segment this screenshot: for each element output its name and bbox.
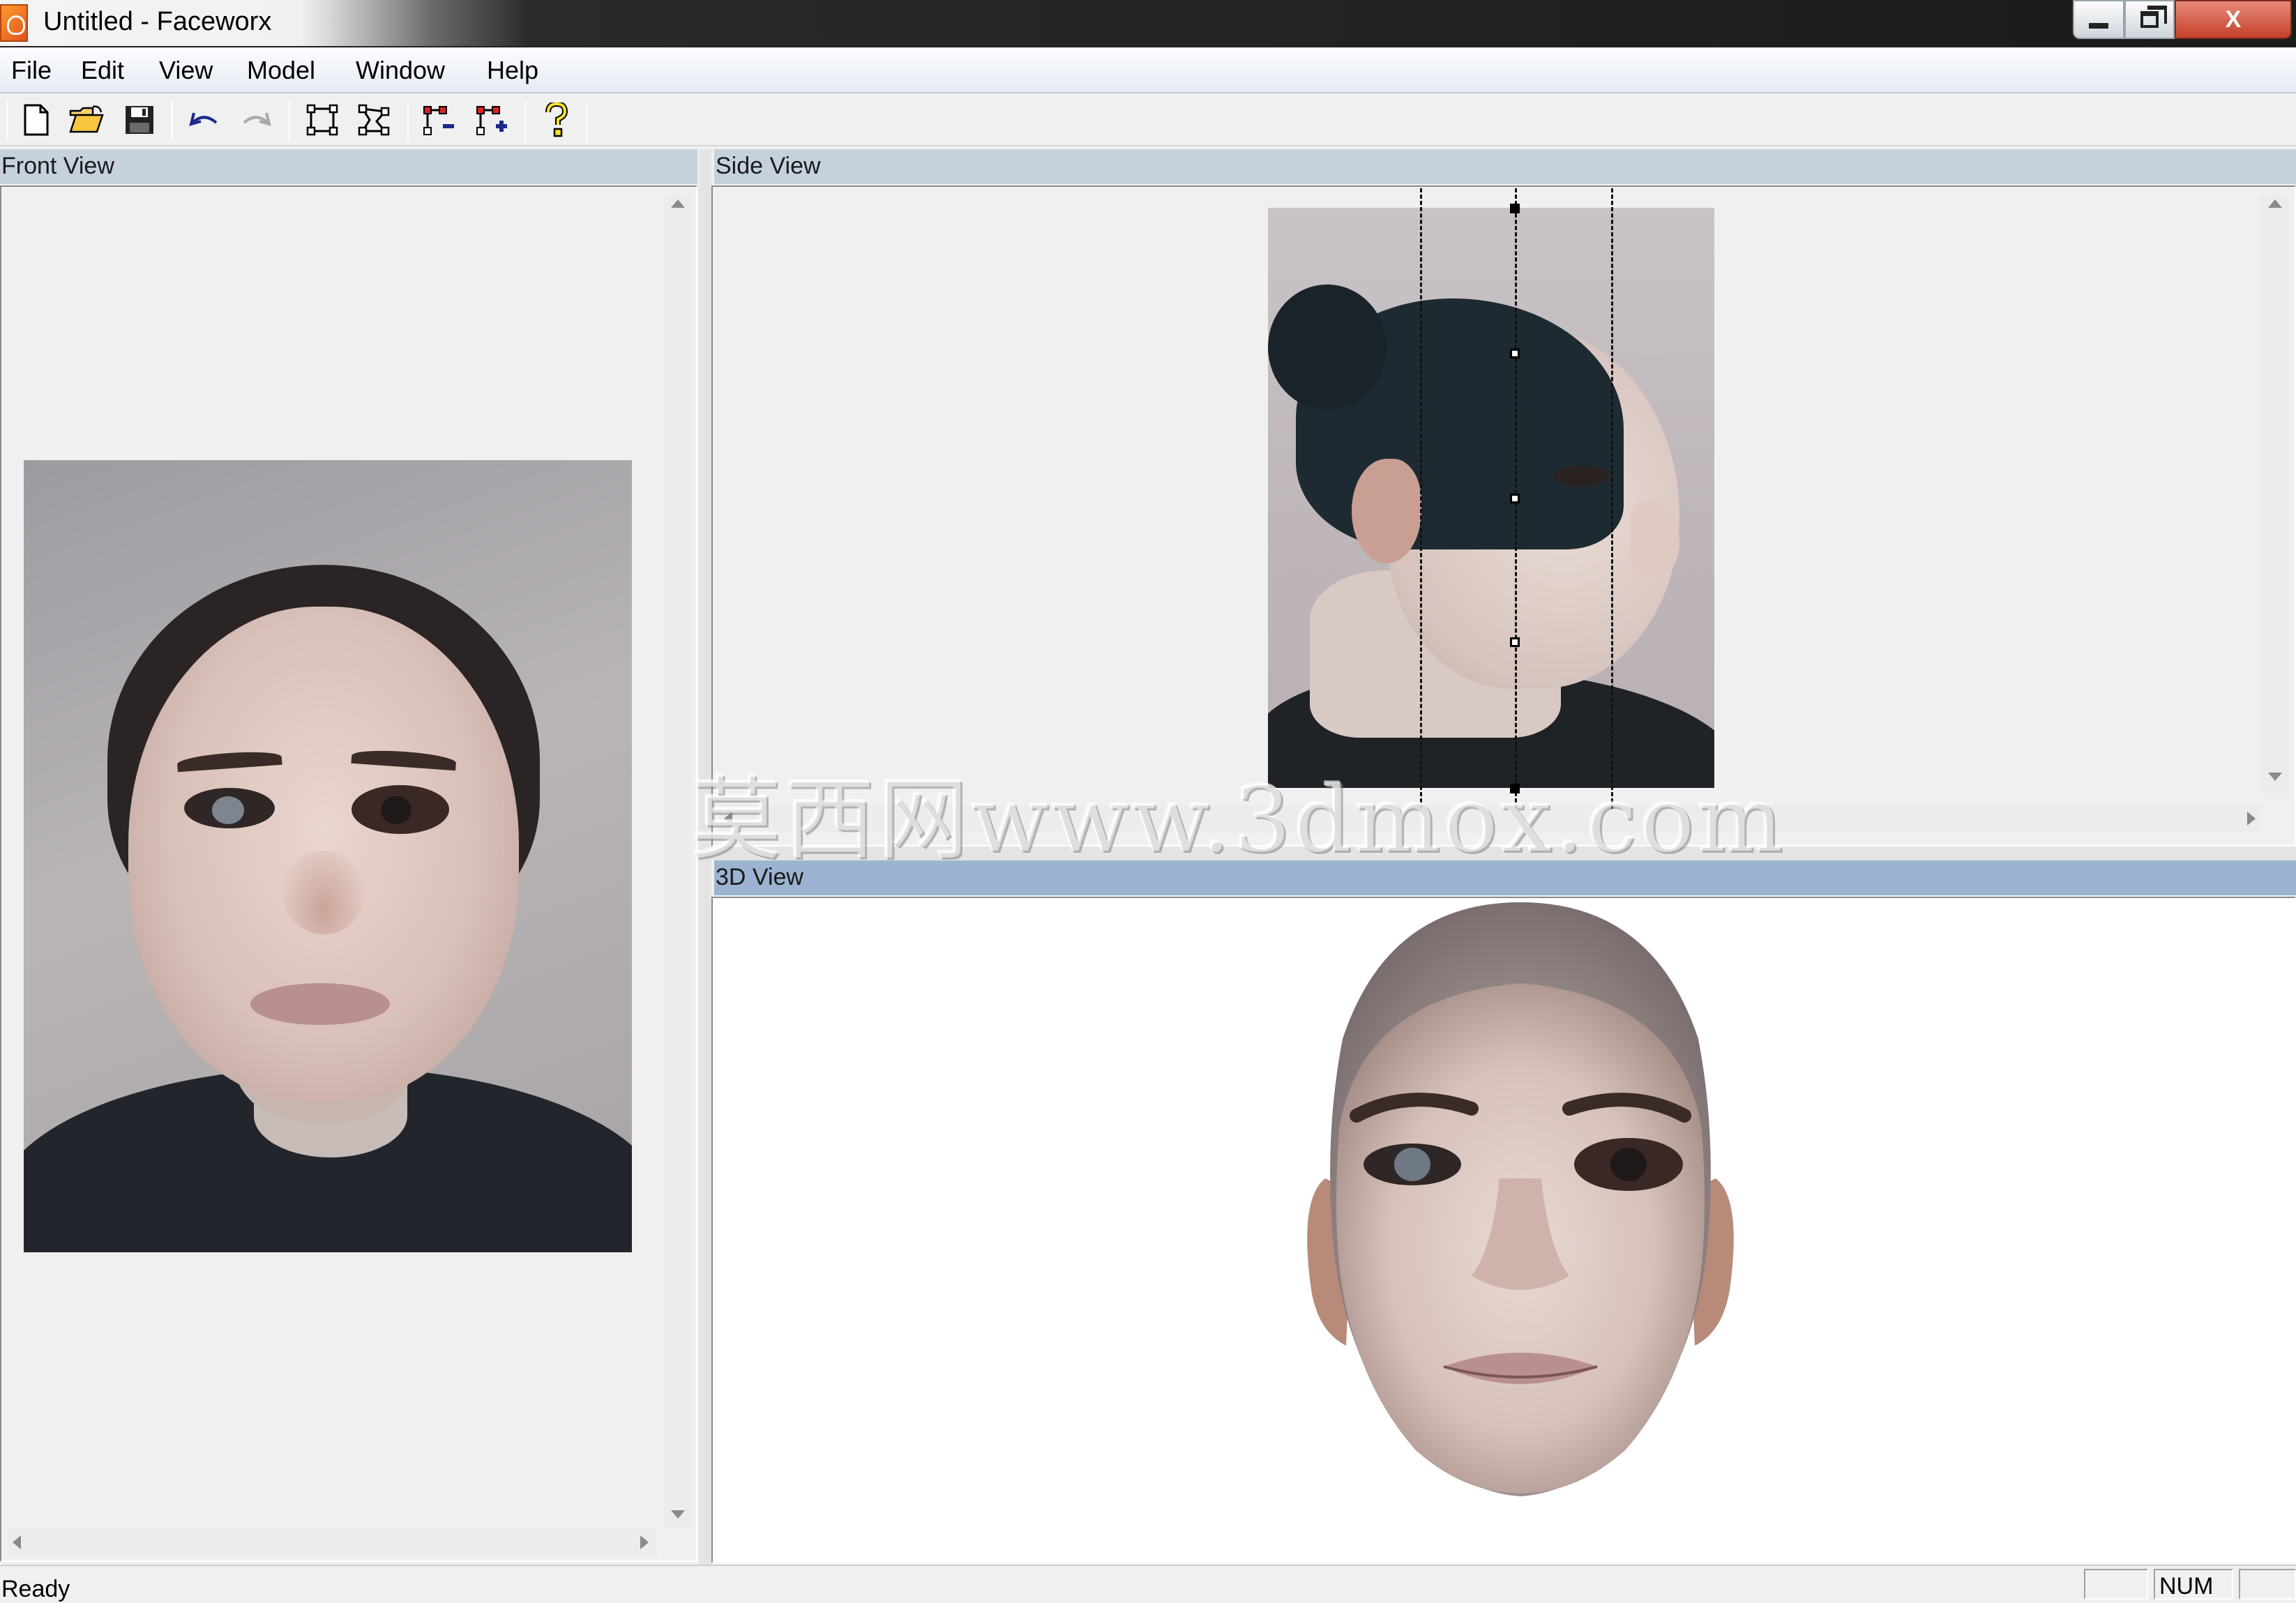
watermark-text: 莫西网www.3dmox.com — [690, 766, 1786, 872]
open-folder-icon[interactable] — [68, 102, 105, 138]
menu-view[interactable]: View — [159, 56, 213, 85]
toolbar-separator — [172, 100, 173, 141]
front-horizontal-scrollbar[interactable] — [8, 1528, 657, 1556]
title-bar[interactable]: Untitled - Faceworx X — [0, 0, 2296, 47]
question-mark-icon[interactable] — [538, 102, 575, 138]
scroll-right-icon[interactable] — [640, 1535, 649, 1549]
restore-button[interactable] — [2124, 0, 2175, 39]
menu-help[interactable]: Help — [487, 56, 538, 85]
frame-select-icon[interactable] — [304, 102, 340, 138]
undo-arrow-icon[interactable] — [186, 102, 222, 138]
front-view-title: Front View — [0, 149, 697, 184]
guide-handle[interactable] — [1510, 637, 1520, 647]
point-plus-icon[interactable] — [474, 102, 511, 138]
scroll-left-icon[interactable] — [13, 1535, 21, 1549]
new-document-icon[interactable] — [18, 102, 54, 138]
status-indicator-scroll — [2239, 1569, 2296, 1600]
toolbar-separator — [289, 100, 290, 141]
status-bar: Ready NUM — [0, 1565, 2296, 1602]
side-guide-line-left[interactable] — [1420, 188, 1422, 809]
side-profile-photo[interactable] — [1268, 208, 1714, 788]
guide-handle[interactable] — [1510, 349, 1520, 358]
minimize-icon — [2089, 23, 2108, 29]
status-indicator-caps — [2084, 1569, 2148, 1600]
toolbar — [0, 95, 2296, 146]
toolbar-end — [586, 100, 587, 141]
3d-face-model[interactable] — [1290, 899, 1751, 1499]
toolbar-separator — [524, 100, 526, 141]
toolbar-grip — [7, 100, 8, 141]
guide-handle-top[interactable] — [1510, 204, 1520, 213]
faceworx-app-icon[interactable] — [0, 4, 28, 42]
close-button[interactable]: X — [2175, 0, 2292, 39]
side-view-title: Side View — [714, 149, 2296, 184]
scroll-down-icon[interactable] — [671, 1510, 685, 1519]
point-select-icon[interactable] — [356, 102, 392, 138]
menu-file[interactable]: File — [11, 56, 52, 85]
menu-bar: File Edit View Model Window Help — [0, 49, 2296, 93]
window-title: Untitled - Faceworx — [43, 7, 272, 36]
front-vertical-scrollbar[interactable] — [664, 194, 692, 1528]
floppy-disk-icon[interactable] — [121, 102, 158, 138]
restore-icon — [2140, 6, 2167, 28]
scroll-down-icon[interactable] — [2268, 773, 2282, 781]
menu-model[interactable]: Model — [247, 56, 315, 85]
minimize-button[interactable] — [2073, 0, 2124, 39]
scroll-right-icon[interactable] — [2247, 812, 2256, 826]
menu-edit[interactable]: Edit — [81, 56, 124, 85]
front-face-photo[interactable] — [24, 460, 632, 1252]
scroll-up-icon[interactable] — [2268, 199, 2282, 208]
redo-arrow-icon[interactable] — [239, 102, 275, 138]
guide-handle[interactable] — [1510, 494, 1520, 503]
scroll-up-icon[interactable] — [671, 199, 685, 208]
side-vertical-scrollbar[interactable] — [2261, 194, 2289, 793]
close-icon: X — [2225, 6, 2242, 33]
toolbar-separator — [407, 100, 409, 141]
menu-window[interactable]: Window — [356, 56, 445, 85]
faceworx-window: Untitled - Faceworx X File Edit View Mod… — [0, 0, 2296, 1602]
status-text: Ready — [1, 1576, 70, 1602]
side-guide-line-right[interactable] — [1611, 188, 1613, 809]
status-indicator-num: NUM — [2154, 1569, 2233, 1600]
point-minus-icon[interactable] — [421, 102, 458, 138]
